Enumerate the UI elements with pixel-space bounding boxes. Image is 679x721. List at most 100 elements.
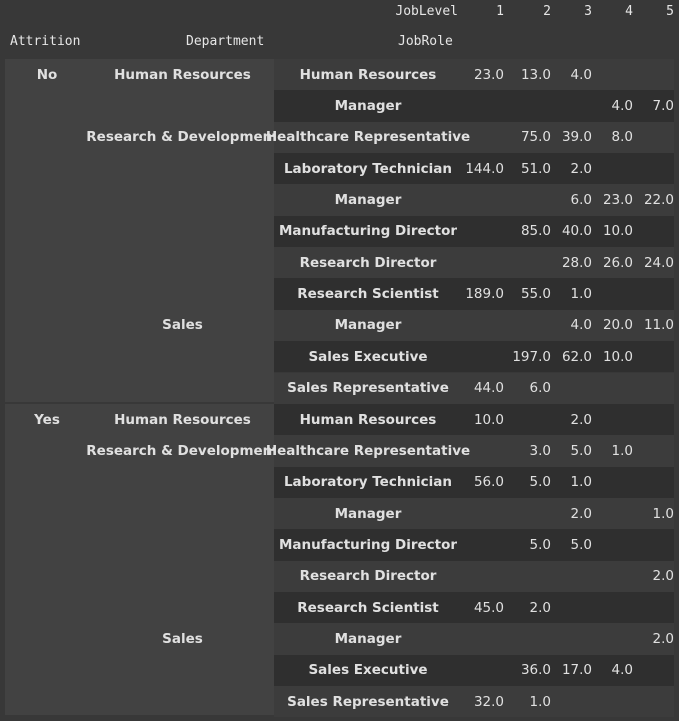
value-cell-level-1 bbox=[460, 184, 504, 215]
value-cell-level-2: 51.0 bbox=[520, 160, 551, 177]
jobrole-label: Laboratory Technician bbox=[283, 160, 453, 177]
value-cell-level-4 bbox=[592, 278, 633, 309]
value-cell-level-4: 1.0 bbox=[611, 442, 633, 459]
value-cell-level-2: 55.0 bbox=[520, 286, 551, 303]
jobrole-label: Research Scientist bbox=[297, 286, 439, 303]
value-cell-level-1: 23.0 bbox=[473, 66, 504, 83]
value-cell-level-4 bbox=[592, 686, 633, 717]
value-cell-level-3: 1.0 bbox=[570, 474, 592, 491]
jobrole-label: Manager bbox=[334, 505, 402, 522]
value-cell-level-1: 32.0 bbox=[473, 693, 504, 710]
value-cell-level-3 bbox=[551, 592, 592, 623]
jobrole-label: Manager bbox=[334, 98, 402, 115]
value-cell-level-4 bbox=[592, 592, 633, 623]
value-cell-level-5: 24.0 bbox=[643, 254, 674, 271]
dataframe-output: JobLevel 1 2 3 4 5 Attrition Department … bbox=[0, 0, 679, 721]
value-cell-level-1: 144.0 bbox=[465, 160, 504, 177]
level-header-4: 4 bbox=[625, 4, 633, 19]
value-cell-level-5 bbox=[633, 373, 674, 404]
jobrole-label: Human Resources bbox=[299, 66, 437, 83]
attrition-label: Yes bbox=[34, 411, 60, 428]
level-header-5: 5 bbox=[666, 4, 674, 19]
jobrole-label: Laboratory Technician bbox=[283, 474, 453, 491]
value-cell-level-1: 45.0 bbox=[473, 599, 504, 616]
value-cell-level-4: 10.0 bbox=[602, 223, 633, 240]
attrition-label: No bbox=[36, 66, 58, 83]
value-cell-level-4: 4.0 bbox=[611, 662, 633, 679]
value-cell-level-1 bbox=[460, 655, 504, 686]
value-cell-level-3 bbox=[551, 623, 592, 654]
value-cell-level-5: 22.0 bbox=[643, 192, 674, 209]
value-cell-level-3: 39.0 bbox=[561, 129, 592, 146]
value-cell-level-3: 2.0 bbox=[570, 411, 592, 428]
value-cell-level-2: 13.0 bbox=[520, 66, 551, 83]
value-cell-level-1 bbox=[460, 435, 504, 466]
index-name-department: Department bbox=[186, 33, 265, 49]
level-header-1: 1 bbox=[496, 4, 504, 19]
jobrole-label: Manager bbox=[334, 630, 402, 647]
jobrole-label: Human Resources bbox=[299, 411, 437, 428]
value-cell-level-2 bbox=[504, 184, 551, 215]
value-cell-level-5 bbox=[633, 404, 674, 435]
attrition-group-panel bbox=[5, 59, 91, 402]
value-cell-level-3: 5.0 bbox=[570, 442, 592, 459]
value-cell-level-5 bbox=[633, 467, 674, 498]
value-cell-level-5: 1.0 bbox=[652, 505, 674, 522]
attrition-group-panel bbox=[5, 403, 91, 716]
level-header-2: 2 bbox=[543, 4, 551, 19]
jobrole-label: Manager bbox=[334, 317, 402, 334]
value-cell-level-3 bbox=[551, 90, 592, 121]
columns-name-header: JobLevel bbox=[395, 4, 458, 19]
jobrole-label: Manager bbox=[334, 192, 402, 209]
jobrole-label: Healthcare Representative bbox=[265, 442, 471, 459]
jobrole-label: Sales Representative bbox=[287, 380, 449, 397]
jobrole-label: Sales Representative bbox=[287, 693, 449, 710]
value-cell-level-1: 44.0 bbox=[473, 380, 504, 397]
value-cell-level-3 bbox=[551, 686, 592, 717]
value-cell-level-4: 20.0 bbox=[602, 317, 633, 334]
level-header-3: 3 bbox=[584, 4, 592, 19]
value-cell-level-5 bbox=[633, 122, 674, 153]
value-cell-level-2 bbox=[504, 310, 551, 341]
value-cell-level-2: 5.0 bbox=[529, 474, 551, 491]
value-cell-level-4 bbox=[592, 623, 633, 654]
value-cell-level-2 bbox=[504, 90, 551, 121]
value-cell-level-5 bbox=[633, 592, 674, 623]
value-cell-level-3 bbox=[551, 373, 592, 404]
value-cell-level-5 bbox=[633, 341, 674, 372]
jobrole-label: Manufacturing Director bbox=[278, 536, 458, 553]
value-cell-level-2: 1.0 bbox=[529, 693, 551, 710]
value-cell-level-3: 17.0 bbox=[561, 662, 592, 679]
value-cell-level-4: 23.0 bbox=[602, 192, 633, 209]
value-cell-level-3: 2.0 bbox=[570, 505, 592, 522]
jobrole-label: Manufacturing Director bbox=[278, 223, 458, 240]
value-cell-level-2: 85.0 bbox=[520, 223, 551, 240]
jobrole-label: Research Director bbox=[299, 254, 437, 271]
value-cell-level-1: 189.0 bbox=[465, 286, 504, 303]
value-cell-level-5 bbox=[633, 216, 674, 247]
value-cell-level-1 bbox=[460, 341, 504, 372]
value-cell-level-5 bbox=[633, 59, 674, 90]
value-cell-level-2 bbox=[504, 498, 551, 529]
value-cell-level-1 bbox=[460, 122, 504, 153]
value-cell-level-5 bbox=[633, 278, 674, 309]
value-cell-level-5 bbox=[633, 686, 674, 717]
value-cell-level-1 bbox=[460, 247, 504, 278]
value-cell-level-3: 28.0 bbox=[561, 254, 592, 271]
value-cell-level-3: 62.0 bbox=[561, 348, 592, 365]
value-cell-level-2: 3.0 bbox=[529, 442, 551, 459]
department-label: Research & Development bbox=[86, 442, 279, 459]
value-cell-level-2 bbox=[504, 623, 551, 654]
value-cell-level-5 bbox=[633, 153, 674, 184]
value-cell-level-4 bbox=[592, 404, 633, 435]
value-cell-level-2 bbox=[504, 404, 551, 435]
value-cell-level-4: 8.0 bbox=[611, 129, 633, 146]
value-cell-level-4 bbox=[592, 529, 633, 560]
value-cell-level-5 bbox=[633, 655, 674, 686]
value-cell-level-1 bbox=[460, 310, 504, 341]
value-cell-level-3: 4.0 bbox=[570, 317, 592, 334]
value-cell-level-3: 1.0 bbox=[570, 286, 592, 303]
value-cell-level-5 bbox=[633, 529, 674, 560]
value-cell-level-4 bbox=[592, 59, 633, 90]
value-cell-level-5: 2.0 bbox=[652, 568, 674, 585]
